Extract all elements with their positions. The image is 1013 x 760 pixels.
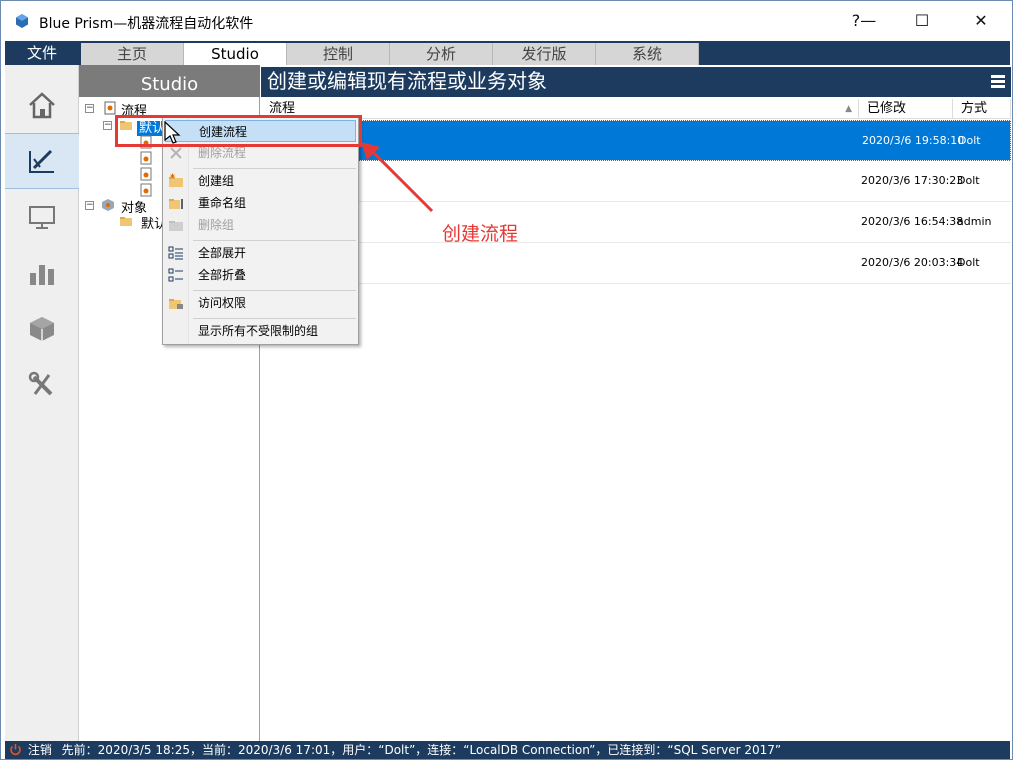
delete-x-icon [170, 147, 182, 159]
menu-separator [193, 290, 356, 291]
expand-all-icon [168, 246, 183, 260]
row-by: Dolt [957, 256, 980, 269]
package-icon [30, 317, 54, 341]
process-file-icon [140, 183, 152, 197]
tab-system[interactable]: 系统 [596, 43, 699, 65]
table-row[interactable]: 2020/3/6 20:03:34 Dolt [261, 243, 1011, 284]
nav-home[interactable] [5, 77, 79, 133]
blue-prism-logo-icon [16, 14, 28, 28]
tree-panel-title: Studio [79, 65, 260, 97]
menu-item-expand-all[interactable]: 全部展开 [165, 242, 356, 264]
menu-separator [193, 318, 356, 319]
nav-analytics[interactable] [5, 245, 79, 301]
tab-analytics[interactable]: 分析 [390, 43, 493, 65]
folder-icon [120, 217, 132, 226]
tab-home[interactable]: 主页 [81, 43, 184, 65]
menu-item-show-unrestricted[interactable]: 显示所有不受限制的组 [165, 320, 356, 342]
row-modified: 2020/3/6 17:30:23 [861, 174, 964, 187]
file-menu[interactable]: 文件 [5, 41, 79, 65]
rename-folder-icon [169, 199, 183, 209]
main-title-text: 创建或编辑现有流程或业务对象 [267, 69, 547, 93]
collapse-all-icon [168, 268, 183, 282]
nav-system[interactable] [5, 357, 79, 413]
tab-release[interactable]: 发行版 [493, 43, 596, 65]
menu-item-create-group[interactable]: ✱ 创建组 [165, 170, 356, 192]
process-file-icon [140, 151, 152, 165]
menu-item-rename-group[interactable]: 重命名组 [165, 192, 356, 214]
window-title: Blue Prism—机器流程自动化软件 [39, 16, 254, 32]
power-icon[interactable] [9, 743, 22, 756]
close-button[interactable]: ✕ [958, 7, 1004, 35]
row-modified: 2020/3/6 19:58:10 [862, 134, 965, 147]
menu-separator [193, 240, 356, 241]
maximize-button[interactable]: ☐ [899, 7, 945, 35]
svg-text:✱: ✱ [170, 173, 175, 180]
row-by: Dolt [957, 174, 980, 187]
tab-studio[interactable]: Studio [184, 43, 287, 65]
hamburger-menu-icon[interactable] [991, 75, 1005, 89]
column-header-modified[interactable]: 已修改 [859, 99, 953, 119]
process-root-icon [104, 101, 116, 115]
process-expander[interactable]: − [85, 104, 94, 113]
row-modified: 2020/3/6 16:54:38 [861, 215, 964, 228]
home-icon [29, 92, 55, 119]
monitor-icon [29, 206, 55, 229]
menu-item-collapse-all[interactable]: 全部折叠 [165, 264, 356, 286]
menu-item-delete-group[interactable]: 删除组 [165, 214, 356, 236]
nav-studio[interactable] [5, 133, 79, 189]
chart-icon [30, 265, 54, 285]
annotation-arrow-icon [361, 142, 434, 213]
delete-folder-icon [169, 221, 183, 231]
menu-bar: 文件 主页 Studio 控制 分析 发行版 系统 [5, 41, 1010, 65]
process-default-expander[interactable]: − [103, 121, 112, 130]
help-button[interactable]: ?— [841, 7, 887, 35]
object-root-icon [102, 199, 114, 211]
app-window: Blue Prism—机器流程自动化软件 ?— ☐ ✕ 文件 主页 Studio… [0, 0, 1013, 760]
title-bar: Blue Prism—机器流程自动化软件 ?— ☐ ✕ [1, 1, 1012, 41]
locked-folder-icon [169, 299, 183, 309]
tab-control[interactable]: 控制 [287, 43, 390, 65]
annotation-highlight-box [115, 115, 362, 147]
row-by: Dolt [958, 134, 981, 147]
row-by: admin [957, 215, 992, 228]
tools-icon [28, 371, 53, 396]
new-folder-icon: ✱ [169, 173, 183, 187]
row-modified: 2020/3/6 20:03:34 [861, 256, 964, 269]
main-tabs: 主页 Studio 控制 分析 发行版 系统 [81, 43, 699, 65]
studio-icon [29, 149, 54, 173]
main-panel-title: 创建或编辑现有流程或业务对象 [261, 67, 1011, 97]
context-menu: 创建流程 删除流程 ✱ 创建组 重命名组 删除组 全部展开 全部折叠 访问权限 … [162, 117, 359, 345]
column-header-by[interactable]: 方式 [953, 99, 1011, 119]
logout-link[interactable]: 注销 [28, 743, 52, 757]
annotation-label: 创建流程 [442, 223, 519, 245]
menu-item-access-rights[interactable]: 访问权限 [165, 292, 356, 314]
nav-release[interactable] [5, 301, 79, 357]
left-nav [5, 65, 79, 741]
object-expander[interactable]: − [85, 201, 94, 210]
sort-ascending-icon: ▲ [845, 104, 852, 114]
menu-separator [193, 168, 356, 169]
process-file-icon [140, 167, 152, 181]
mouse-cursor-icon [164, 121, 181, 144]
nav-control[interactable] [5, 189, 79, 245]
status-text: 先前：2020/3/5 18:25，当前：2020/3/6 17:01，用户：“… [61, 743, 782, 757]
status-bar: 注销 先前：2020/3/5 18:25，当前：2020/3/6 17:01，用… [5, 741, 1010, 759]
